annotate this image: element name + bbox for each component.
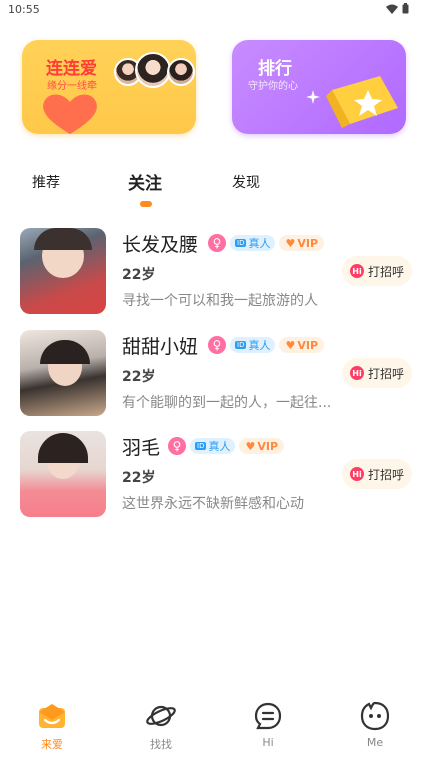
user-age: 22岁: [122, 470, 156, 486]
nav-zhaozhao[interactable]: 找找: [131, 692, 191, 752]
nav-label: 找找: [150, 738, 172, 751]
nav-me[interactable]: Me: [345, 692, 405, 749]
greet-label: 打招呼: [367, 467, 404, 482]
chat-bubble-icon: [254, 702, 282, 730]
user-card[interactable]: 长发及腰 ♀ ID 真人 ♥ VIP 22岁 寻找一个可以和我一起旅游的人 Hi 打…: [0, 228, 429, 320]
user-photo[interactable]: [20, 330, 106, 416]
greet-label: 打招呼: [367, 366, 404, 381]
real-person-badge: ID 真人: [230, 235, 276, 251]
user-bio: 这世界永远不缺新鲜感和心动: [122, 496, 304, 512]
nav-label: Me: [366, 736, 384, 749]
diamond-icon: ♥: [285, 338, 296, 352]
vip-badge: ♥ VIP: [279, 337, 325, 353]
id-card-icon: ID: [195, 442, 207, 450]
banner-title: 连连爱: [46, 59, 97, 79]
real-person-badge: ID 真人: [230, 337, 276, 353]
female-icon: ♀: [208, 336, 226, 354]
nav-hi[interactable]: Hi: [238, 692, 298, 749]
real-person-badge: ID 真人: [190, 438, 236, 454]
status-icons: [386, 3, 409, 14]
user-card[interactable]: 甜甜小妞 ♀ ID 真人 ♥ VIP 22岁 有个能聊的到一起的人，一起往... H…: [0, 330, 429, 422]
nav-label: Hi: [262, 736, 274, 749]
hi-icon: Hi: [349, 467, 364, 481]
diamond-icon: ♥: [245, 439, 256, 453]
banner-ranking[interactable]: 排行 守护你的心: [232, 40, 406, 134]
user-age: 22岁: [122, 267, 156, 283]
vip-badge: ♥ VIP: [279, 235, 325, 251]
star-trophy-icon: [326, 76, 398, 128]
nav-laiai[interactable]: 来爱: [22, 692, 82, 752]
user-bio: 寻找一个可以和我一起旅游的人: [122, 293, 318, 309]
planet-icon: [146, 705, 176, 727]
vip-label: VIP: [257, 439, 279, 453]
vip-label: VIP: [297, 236, 319, 250]
tab-following[interactable]: 关注: [128, 169, 162, 194]
mail-heart-icon: [39, 704, 65, 728]
tab-discover[interactable]: 发现: [232, 172, 260, 192]
user-name: 甜甜小妞: [122, 336, 199, 358]
wifi-icon: [386, 4, 398, 14]
nav-label: 来爱: [41, 738, 63, 751]
hi-icon: Hi: [349, 366, 364, 380]
tab-bar: 推荐 关注 发现: [0, 168, 429, 208]
greet-button[interactable]: Hi 打招呼: [342, 459, 412, 489]
status-time: 10:55: [8, 3, 40, 16]
diamond-icon: ♥: [285, 236, 296, 250]
greet-button[interactable]: Hi 打招呼: [342, 256, 412, 286]
hi-icon: Hi: [349, 264, 364, 278]
bottom-nav: 来爱 找找 Hi Me: [0, 692, 429, 763]
banner-subtitle: 守护你的心: [248, 81, 298, 92]
heart-icon: [43, 94, 97, 134]
id-card-icon: ID: [235, 341, 247, 349]
avatar: [135, 52, 171, 88]
active-tab-indicator: [140, 201, 152, 207]
greet-label: 打招呼: [367, 264, 404, 279]
greet-button[interactable]: Hi 打招呼: [342, 358, 412, 388]
real-person-label: 真人: [248, 237, 271, 250]
female-icon: ♀: [168, 437, 186, 455]
face-icon: [360, 701, 390, 731]
real-person-label: 真人: [208, 440, 231, 453]
user-badges: ♀ ID 真人 ♥ VIP: [168, 437, 285, 455]
status-bar: 10:55: [0, 0, 429, 22]
female-icon: ♀: [208, 234, 226, 252]
banner-subtitle: 缘分一线牵: [47, 81, 97, 92]
user-name: 羽毛: [122, 437, 161, 459]
id-card-icon: ID: [235, 239, 247, 247]
tab-recommend[interactable]: 推荐: [32, 172, 60, 192]
user-badges: ♀ ID 真人 ♥ VIP: [208, 234, 325, 252]
real-person-label: 真人: [248, 339, 271, 352]
user-badges: ♀ ID 真人 ♥ VIP: [208, 336, 325, 354]
banner-lianlianai[interactable]: 连连爱 缘分一线牵: [22, 40, 196, 134]
sparkle-icon: [306, 90, 320, 104]
vip-badge: ♥ VIP: [239, 438, 285, 454]
battery-icon: [402, 3, 409, 14]
user-card[interactable]: 羽毛 ♀ ID 真人 ♥ VIP 22岁 这世界永远不缺新鲜感和心动 Hi 打招呼: [0, 431, 429, 523]
user-name: 长发及腰: [122, 234, 199, 256]
user-bio: 有个能聊的到一起的人，一起往...: [122, 395, 332, 411]
user-age: 22岁: [122, 369, 156, 385]
banner-title: 排行: [258, 59, 292, 79]
user-photo[interactable]: [20, 228, 106, 314]
user-photo[interactable]: [20, 431, 106, 517]
avatar: [167, 58, 195, 86]
vip-label: VIP: [297, 338, 319, 352]
